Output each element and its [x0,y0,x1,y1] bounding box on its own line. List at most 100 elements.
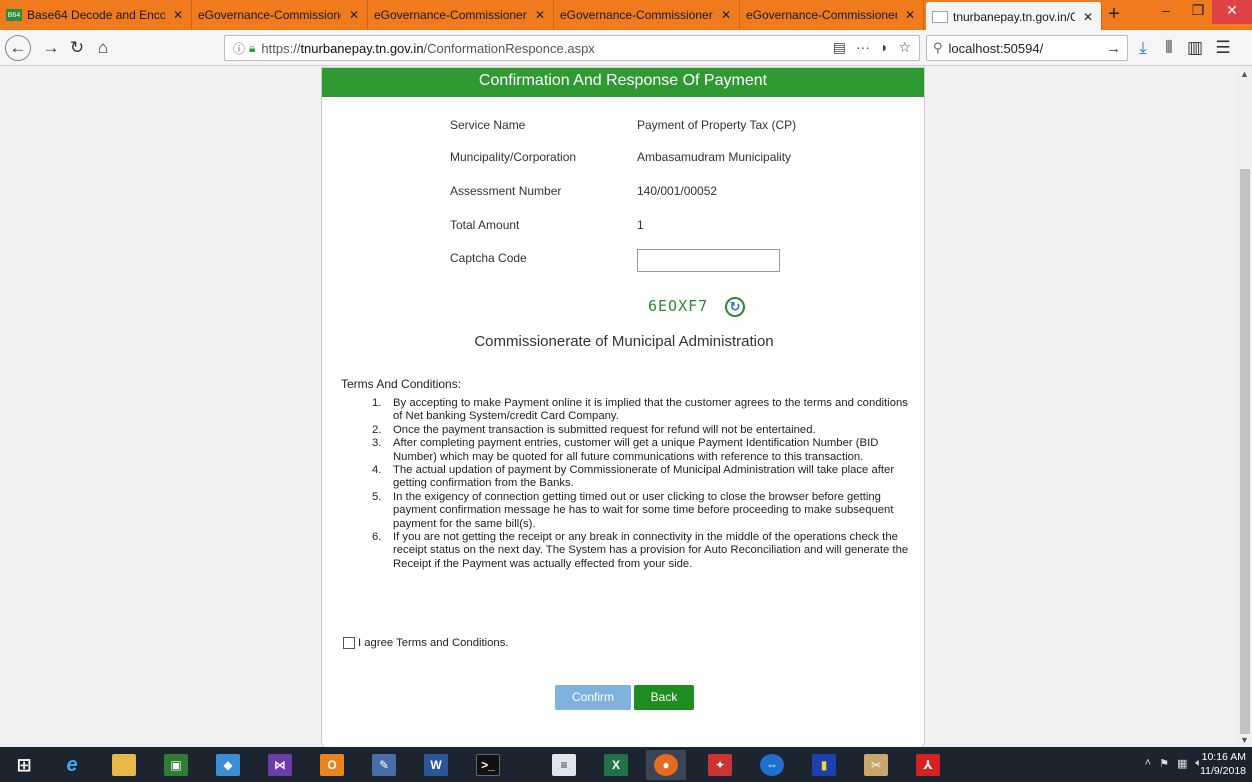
tab-label: Base64 Decode and Encode [27,8,165,22]
tab-egovernance-3[interactable]: eGovernance-Commissionerate ✕ [554,0,740,30]
close-icon[interactable]: ✕ [903,8,917,22]
search-bar[interactable]: ⚲ localhost:50594/ → [926,35,1128,61]
chevron-up-icon[interactable]: ˄ [1145,757,1151,770]
download-icon[interactable]: ⤓ [1132,37,1154,59]
clock-time: 10:16 AM [1201,751,1246,763]
back-button[interactable]: Back [634,685,694,710]
page-title: Confirmation And Response Of Payment [322,68,924,97]
file-explorer-icon[interactable] [104,750,144,780]
command-prompt-icon[interactable]: >_ [468,750,508,780]
list-item: 2. Once the payment transaction is submit… [372,423,816,436]
excel-icon[interactable]: X [596,750,636,780]
outlook-icon[interactable]: O [312,750,352,780]
vertical-scrollbar[interactable]: ▲ ▼ [1238,67,1252,747]
minimize-icon[interactable]: – [1148,0,1184,24]
go-arrow-icon[interactable]: → [1106,40,1121,57]
flag-icon[interactable]: ⚑ [1159,757,1169,770]
visual-studio-icon[interactable]: ⋈ [260,750,300,780]
tab-label: eGovernance-Commissionerate [374,8,527,22]
system-tray: ˄ ⚑ ▦ 🔈︎ [1145,757,1202,770]
menu-icon[interactable]: ☰ [1212,37,1234,59]
base64-favicon-icon: B64 [6,9,22,21]
field-total-amount: Total Amount 1 [450,218,850,238]
field-assessment-number: Assessment Number 140/001/00052 [450,184,850,204]
tab-egovernance-2[interactable]: eGovernance-Commissionerate ✕ [368,0,554,30]
captcha-input[interactable] [637,249,780,272]
close-icon[interactable]: ✕ [171,8,185,22]
agree-terms[interactable]: I agree Terms and Conditions. [343,637,509,649]
tab-base64[interactable]: B64 Base64 Decode and Encode ✕ [0,0,192,30]
search-input[interactable]: localhost:50594/ [949,41,1044,56]
tab-egovernance-4[interactable]: eGovernance-Commissionerate ✕ [740,0,924,30]
snipping-tool-icon[interactable]: ✂ [856,750,896,780]
search-icon: ⚲ [933,40,943,55]
page-viewport: Confirmation And Response Of Payment Ser… [0,67,1238,747]
list-item: 1. By accepting to make Payment online it… [372,397,908,423]
tab-bar: B64 Base64 Decode and Encode ✕ eGovernan… [0,0,1252,32]
close-icon[interactable]: ✕ [347,8,361,22]
tab-label: eGovernance-Commissionerate [560,8,713,22]
new-tab-icon[interactable]: + [1104,4,1124,25]
acrobat-icon[interactable]: ⅄ [908,750,948,780]
sidebar-icon[interactable]: ▥ [1184,37,1206,59]
internet-explorer-icon[interactable]: e [52,750,92,780]
payment-panel: Confirmation And Response Of Payment Ser… [321,67,925,747]
lock-icon[interactable]: 🔒︎ [249,41,255,56]
list-item: 6. If you are not getting the receipt or … [372,531,909,570]
restore-icon[interactable]: ❐ [1180,0,1216,24]
photos-icon[interactable]: ◆ [208,750,248,780]
store-icon[interactable]: ▣ [156,750,196,780]
refresh-captcha-icon[interactable]: ↻ [725,297,745,317]
pen-icon[interactable]: ✎ [364,750,404,780]
word-icon[interactable]: W [416,750,456,780]
field-value: 1 [637,218,644,232]
terms-list: 1. By accepting to make Payment online it… [372,397,920,571]
firefox-icon[interactable]: ● [646,750,686,780]
taskbar: ⊞ e ▣ ◆ ⋈ O ✎ W >_ ≡ X ● ✦ ⇔ ▮ ✂ ⅄ ˄ ⚑ ▦… [0,747,1252,782]
back-arrow-icon[interactable]: ← [5,35,31,61]
confirm-button[interactable]: Confirm [555,685,631,710]
teamviewer-icon[interactable]: ⇔ [752,750,792,780]
close-icon[interactable]: ✕ [1081,10,1095,24]
terms-heading: Terms And Conditions: [341,377,462,391]
agree-label: I agree Terms and Conditions. [358,637,509,649]
forward-arrow-icon[interactable]: → [40,37,62,59]
paint-icon[interactable]: ✦ [700,750,740,780]
pocket-icon[interactable]: ◗ [880,39,888,56]
info-icon[interactable]: ⓘ [233,40,245,57]
agree-checkbox[interactable] [343,637,355,649]
sticky-notes-icon[interactable]: ▮ [804,750,844,780]
close-icon[interactable]: ✕ [719,8,733,22]
field-value: Payment of Property Tax (CP) [637,118,797,132]
library-icon[interactable]: ⫴ [1158,37,1180,59]
clock-date: 11/9/2018 [1200,765,1246,777]
notepad-icon[interactable]: ≡ [544,750,584,780]
scrollbar-thumb[interactable] [1240,169,1250,734]
list-item: 3. After completing payment entries, cust… [372,437,879,463]
tab-tnurbanepay[interactable]: tnurbanepay.tn.gov.in/Conf ✕ [926,2,1102,32]
organization-title: Commissionerate of Municipal Administrat… [474,333,774,350]
close-icon[interactable]: ✕ [533,8,547,22]
captcha-image: 6EOXF7 [648,297,709,315]
reader-view-icon[interactable]: ▤ [833,39,846,56]
taskbar-clock[interactable]: 10:16 AM 11/9/2018 [1200,750,1246,778]
tab-egovernance-1[interactable]: eGovernance-Commissionerate ✕ [192,0,368,30]
network-icon[interactable]: ▦ [1177,757,1187,770]
tab-label: tnurbanepay.tn.gov.in/Conf [953,10,1075,24]
window-close-icon[interactable]: ✕ [1212,0,1252,24]
reload-icon[interactable]: ↻ [66,37,88,59]
field-label: Captcha Code [450,251,527,265]
url-bar[interactable]: ⓘ 🔒︎ https://tnurbanepay.tn.gov.in/Confo… [224,35,920,61]
tab-label: eGovernance-Commissionerate [198,8,341,22]
more-actions-icon[interactable]: ··· [856,39,870,56]
field-label: Total Amount [450,218,520,232]
bookmark-star-icon[interactable]: ☆ [898,39,911,56]
list-item: 5. In the exigency of connection getting … [372,490,894,530]
field-municipality: Muncipality/Corporation Ambasamudram Mun… [450,150,850,170]
field-label: Service Name [450,118,526,132]
home-icon[interactable]: ⌂ [92,37,114,59]
windows-start-icon[interactable]: ⊞ [4,750,44,780]
scroll-up-icon[interactable]: ▲ [1240,69,1249,79]
scroll-down-icon[interactable]: ▼ [1240,735,1249,745]
list-item: 4. The actual updation of payment by Comm… [372,464,895,490]
